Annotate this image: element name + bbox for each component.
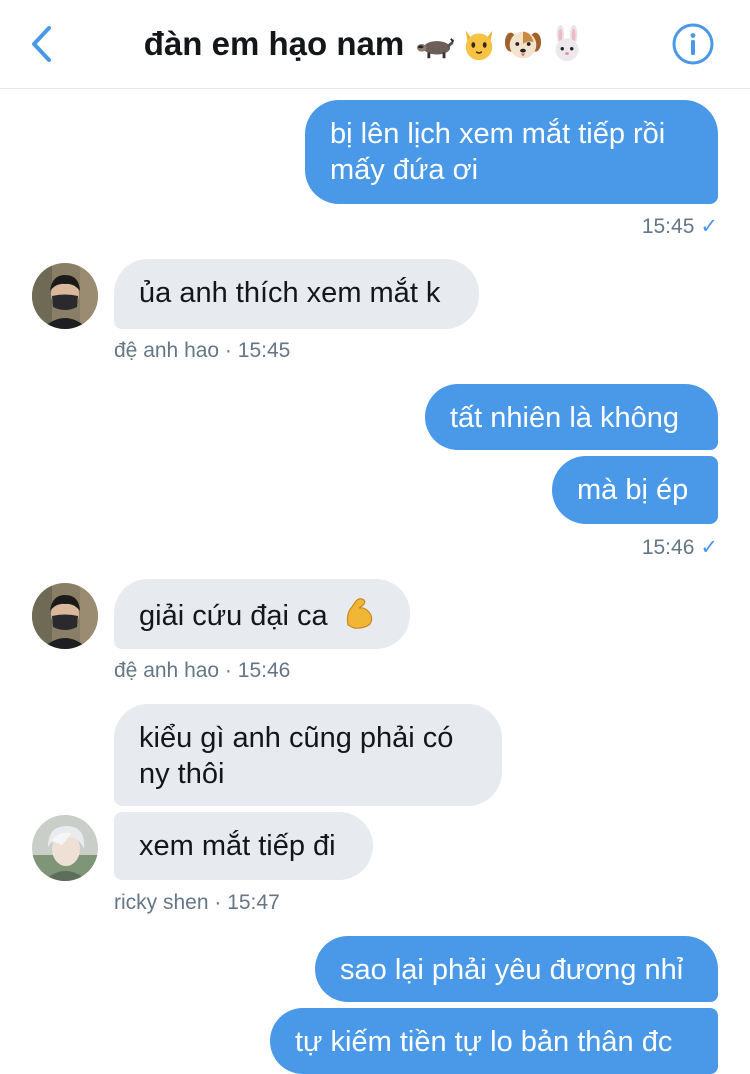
message-text: giải cứu đại ca bbox=[139, 600, 328, 632]
info-circle-icon bbox=[672, 23, 714, 65]
message-text: mà bị ép bbox=[577, 474, 689, 506]
conversation-info-button[interactable] bbox=[672, 23, 714, 65]
timestamp: 15:46 bbox=[641, 536, 695, 559]
flexed-biceps-emoji bbox=[346, 598, 372, 629]
dog-face-emoji bbox=[505, 31, 542, 59]
conversation-title-wrap[interactable]: đàn em hạo nam bbox=[100, 22, 630, 66]
sent-check-icon: ✓ bbox=[700, 215, 718, 238]
back-button[interactable] bbox=[26, 22, 56, 66]
incoming-message-bubble[interactable]: kiểu gì anh cũng phải có ny thôi bbox=[114, 704, 502, 806]
avatar[interactable] bbox=[32, 815, 98, 881]
chevron-left-icon bbox=[32, 26, 51, 62]
rabbit-face-emoji bbox=[555, 25, 579, 62]
message-meta: ricky shen · 15:47 bbox=[114, 891, 280, 914]
message-text: tự kiếm tiền tự lo bản thân đc bbox=[295, 1026, 673, 1058]
outgoing-message-bubble[interactable]: sao lại phải yêu đương nhỉ bbox=[315, 936, 718, 1002]
message-meta: 15:46 ✓ bbox=[642, 535, 718, 560]
message-text-line: ny thôi bbox=[139, 758, 225, 790]
sent-check-icon: ✓ bbox=[700, 536, 718, 559]
avatar[interactable] bbox=[32, 583, 98, 649]
incoming-message-bubble[interactable]: ủa anh thích xem mắt k bbox=[114, 259, 479, 329]
outgoing-message-bubble[interactable]: mà bị ép bbox=[552, 456, 718, 524]
message-text: sao lại phải yêu đương nhỉ bbox=[340, 954, 684, 986]
cat-face-emoji bbox=[465, 30, 493, 61]
message-meta: 15:45 ✓ bbox=[642, 214, 718, 239]
outgoing-message-bubble[interactable]: tự kiếm tiền tự lo bản thân đc bbox=[270, 1008, 718, 1074]
timestamp: 15:45 bbox=[641, 215, 695, 238]
incoming-message-bubble[interactable]: xem mắt tiếp đi bbox=[114, 812, 373, 880]
message-text: tất nhiên là không bbox=[450, 402, 679, 434]
message-meta: đệ anh hao · 15:45 bbox=[114, 339, 291, 362]
outgoing-message-bubble[interactable]: tất nhiên là không bbox=[425, 384, 718, 450]
message-text-line: mấy đứa ơi bbox=[330, 154, 479, 186]
outgoing-message-bubble[interactable]: bị lên lịch xem mắt tiếp rồi mấy đứa ơi bbox=[305, 100, 718, 204]
message-text: xem mắt tiếp đi bbox=[139, 830, 336, 862]
conversation-title: đàn em hạo nam bbox=[143, 25, 405, 62]
message-text-line: bị lên lịch xem mắt tiếp rồi bbox=[330, 118, 666, 150]
message-meta: đệ anh hao · 15:46 bbox=[114, 659, 291, 682]
message-text: ủa anh thích xem mắt k bbox=[139, 277, 441, 309]
message-text-line: kiểu gì anh cũng phải có bbox=[139, 722, 454, 754]
avatar[interactable] bbox=[32, 263, 98, 329]
raccoon-emoji bbox=[417, 38, 455, 59]
conversation-header: đàn em hạo nam bbox=[0, 0, 750, 89]
incoming-message-bubble[interactable]: giải cứu đại ca bbox=[114, 579, 410, 649]
